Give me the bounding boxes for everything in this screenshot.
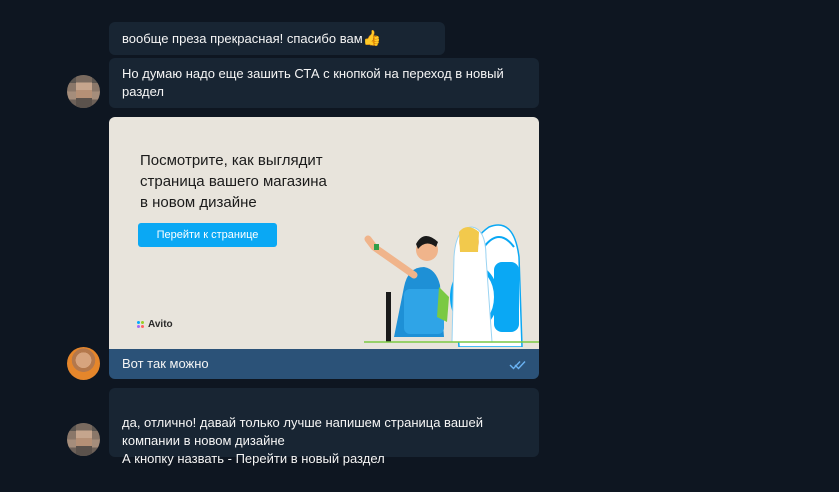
message-text: да, отлично! давай только лучше напишем …: [122, 415, 483, 466]
avatar-me[interactable]: [67, 347, 100, 380]
thumbs-up-emoji: 👍: [362, 30, 382, 47]
message-bubble-1[interactable]: вообще преза прекрасная! спасибо вам👍: [109, 22, 445, 55]
message-text: Но думаю надо еще зашить СТА с кнопкой н…: [122, 66, 504, 99]
avatar-sender[interactable]: [67, 75, 100, 108]
avatar-sender[interactable]: [67, 423, 100, 456]
image-cta-button: Перейти к странице: [138, 223, 277, 247]
people-pointing-illustration: [364, 224, 539, 347]
image-headline: Посмотрите, как выглядит страница вашего…: [140, 152, 327, 211]
avito-logo-icon: [137, 320, 145, 329]
avito-brand: Avito: [137, 319, 173, 330]
message-bubble-2[interactable]: Но думаю надо еще зашить СТА с кнопкой н…: [109, 58, 539, 108]
message-text: вообще преза прекрасная! спасибо вам: [122, 31, 363, 46]
avito-brand-label: Avito: [148, 319, 173, 330]
message-image[interactable]: Посмотрите, как выглядит страница вашего…: [109, 117, 539, 349]
message-text: Вот так можно: [122, 356, 209, 371]
message-bubble-3-caption[interactable]: Вот так можно: [109, 349, 539, 379]
read-double-check-icon: [509, 361, 526, 370]
message-bubble-4[interactable]: да, отлично! давай только лучше напишем …: [109, 388, 539, 466]
